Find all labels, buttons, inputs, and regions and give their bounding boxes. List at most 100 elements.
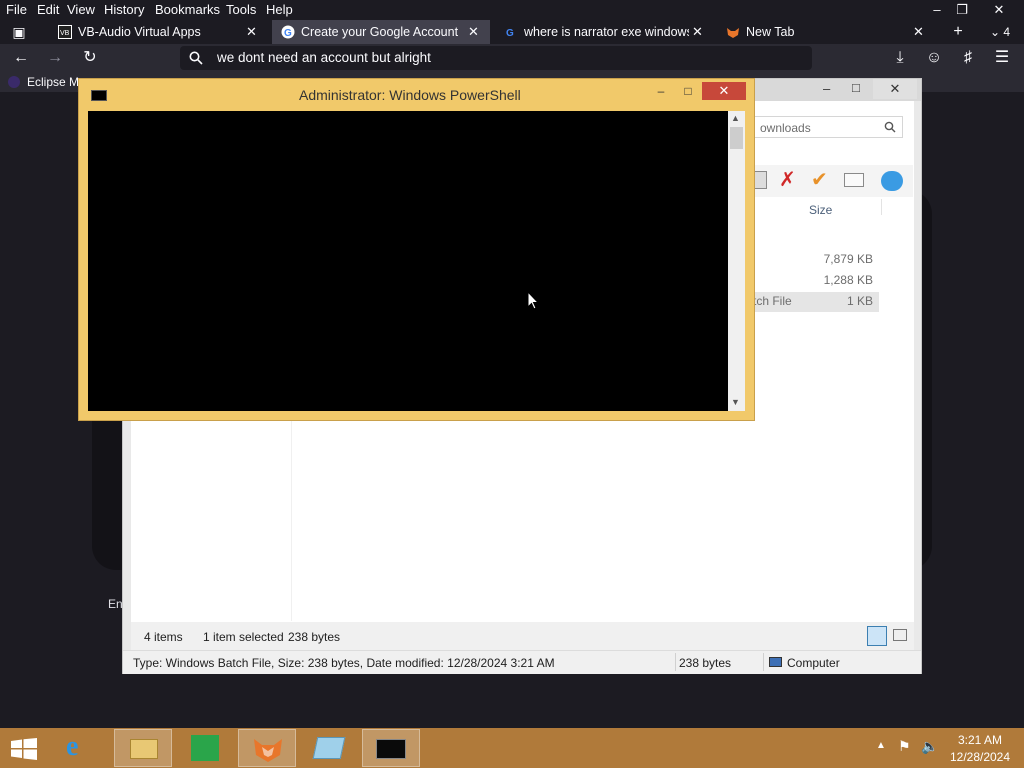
forward-icon[interactable]: → — [44, 47, 66, 69]
details-view-icon[interactable] — [867, 626, 887, 646]
tab-close-icon[interactable]: ✕ — [692, 20, 703, 44]
location-computer: Computer — [787, 656, 840, 670]
status-divider — [675, 653, 676, 671]
tab-close-icon[interactable]: ✕ — [468, 20, 479, 44]
powershell-console[interactable] — [88, 111, 728, 411]
tab-list-button[interactable]: ⌄ 4 — [984, 21, 1016, 43]
app-icon — [312, 737, 346, 759]
app-menu-icon[interactable]: ☰ — [991, 47, 1013, 69]
internet-explorer-icon: e — [66, 731, 79, 762]
action-center-flag-icon[interactable]: ⚑ — [898, 738, 911, 755]
svg-text:G: G — [506, 28, 514, 39]
explorer-toolbar: ✗ ✔ — [743, 165, 913, 197]
account-icon[interactable]: ☺ — [923, 47, 945, 69]
svg-text:G: G — [284, 28, 292, 39]
search-icon — [884, 121, 896, 133]
column-header-size[interactable]: Size — [809, 203, 832, 217]
bookmark-eclipse[interactable]: Eclipse M — [27, 75, 79, 89]
tab-narrator-search[interactable]: G where is narrator exe windows - ✕ — [496, 20, 710, 44]
file-size: 1,288 KB — [823, 273, 873, 287]
mouse-cursor-icon — [527, 291, 539, 310]
url-bar[interactable]: we dont need an account but alright — [180, 46, 812, 70]
explorer-status-bar: 4 items 1 item selected 238 bytes — [131, 622, 914, 650]
taskbar-file-explorer[interactable] — [114, 729, 172, 767]
powershell-title: Administrator: Windows PowerShell — [299, 87, 521, 103]
taskbar: e ▲ ⚑ 🔈 3:21 AM 12/28/2024 — [0, 728, 1024, 768]
delete-icon[interactable]: ✗ — [779, 167, 796, 192]
menu-help[interactable]: Help — [266, 2, 293, 17]
clock-time[interactable]: 3:21 AM — [948, 733, 1012, 747]
tab-google-account[interactable]: G Create your Google Account ✕ — [272, 20, 490, 44]
tab-vb-audio[interactable]: VB VB-Audio Virtual Apps ✕ — [50, 20, 268, 44]
menu-bar: File Edit View History Bookmarks Tools H… — [0, 0, 1024, 20]
back-icon[interactable]: ← — [10, 47, 32, 69]
powershell-close-button[interactable]: ✕ — [702, 82, 746, 100]
menu-history[interactable]: History — [104, 2, 144, 17]
extensions-icon[interactable]: ♯ — [957, 47, 979, 69]
console-icon — [376, 739, 406, 759]
rename-icon[interactable] — [844, 173, 864, 187]
browser-close-button[interactable]: ✕ — [982, 0, 1016, 20]
properties-icon[interactable] — [881, 171, 903, 191]
taskbar-powershell[interactable] — [362, 729, 420, 767]
windows-logo-icon — [11, 738, 37, 760]
tab-bar: ▣ VB VB-Audio Virtual Apps ✕ G Create yo… — [0, 20, 1024, 44]
powershell-minimize-button[interactable]: – — [649, 82, 673, 100]
menu-view[interactable]: View — [67, 2, 95, 17]
search-icon — [189, 51, 203, 65]
explorer-search-text: ownloads — [760, 121, 811, 135]
scrollbar-thumb[interactable] — [730, 127, 743, 149]
new-tab-icon[interactable]: + — [947, 21, 969, 43]
scroll-down-icon[interactable]: ▼ — [731, 397, 740, 407]
explorer-close-button[interactable]: ✕ — [873, 79, 917, 99]
navigation-bar: ← → ↻ we dont need an account but alrigh… — [0, 44, 1024, 72]
powershell-scrollbar[interactable]: ▲ ▼ — [728, 111, 745, 411]
eclipse-bookmark-icon — [8, 76, 20, 88]
start-button[interactable] — [0, 729, 48, 767]
explorer-maximize-button[interactable]: □ — [852, 80, 860, 95]
menu-file[interactable]: File — [6, 2, 27, 17]
menu-tools[interactable]: Tools — [226, 2, 256, 17]
clock-date[interactable]: 12/28/2024 — [948, 750, 1012, 764]
menu-bookmarks[interactable]: Bookmarks — [155, 2, 220, 17]
tab-overview-icon[interactable]: ▣ — [8, 21, 30, 43]
page-text-fragment: En — [108, 597, 123, 611]
explorer-minimize-button[interactable]: – — [823, 81, 830, 96]
vb-audio-favicon-icon: VB — [58, 25, 72, 39]
google-favicon-icon: G — [503, 25, 517, 39]
check-icon[interactable]: ✔ — [811, 167, 828, 192]
large-icons-view-icon[interactable] — [893, 629, 907, 641]
explorer-details-bar: Type: Windows Batch File, Size: 238 byte… — [123, 650, 921, 674]
tab-close-icon[interactable]: ✕ — [246, 20, 257, 44]
browser-restore-button[interactable]: ❐ — [945, 0, 979, 20]
volume-icon[interactable]: 🔈 — [921, 738, 938, 755]
file-size: 1 KB — [846, 294, 873, 308]
tab-label: New Tab — [746, 25, 795, 39]
paste-icon[interactable] — [753, 171, 767, 189]
tab-label: where is narrator exe windows - — [524, 25, 689, 39]
taskbar-app[interactable] — [300, 729, 358, 767]
file-size: 7,879 KB — [823, 252, 873, 266]
show-hidden-icons[interactable]: ▲ — [876, 740, 886, 751]
explorer-search-box[interactable]: ownloads — [747, 116, 903, 138]
computer-icon — [769, 657, 782, 667]
tab-close-icon[interactable]: ✕ — [913, 20, 924, 44]
tab-label: VB-Audio Virtual Apps — [78, 25, 201, 39]
item-count: 4 items — [144, 630, 183, 644]
selection-count: 1 item selected — [203, 630, 284, 644]
powershell-window: Administrator: Windows PowerShell – □ ✕ … — [78, 78, 755, 421]
downloads-icon[interactable]: ⤓ — [889, 47, 911, 69]
column-divider — [881, 199, 882, 215]
taskbar-firefox[interactable] — [238, 729, 296, 767]
taskbar-internet-explorer[interactable]: e — [52, 729, 110, 767]
taskbar-store[interactable] — [176, 729, 234, 767]
selection-size: 238 bytes — [288, 630, 341, 644]
scroll-up-icon[interactable]: ▲ — [731, 113, 740, 123]
reload-icon[interactable]: ↻ — [79, 47, 101, 69]
tab-new-tab[interactable]: New Tab — [718, 20, 918, 44]
store-icon — [191, 735, 219, 761]
powershell-maximize-button[interactable]: □ — [676, 82, 700, 100]
url-input-text: we dont need an account but alright — [217, 50, 431, 65]
menu-edit[interactable]: Edit — [37, 2, 59, 17]
google-favicon-icon: G — [281, 25, 295, 39]
